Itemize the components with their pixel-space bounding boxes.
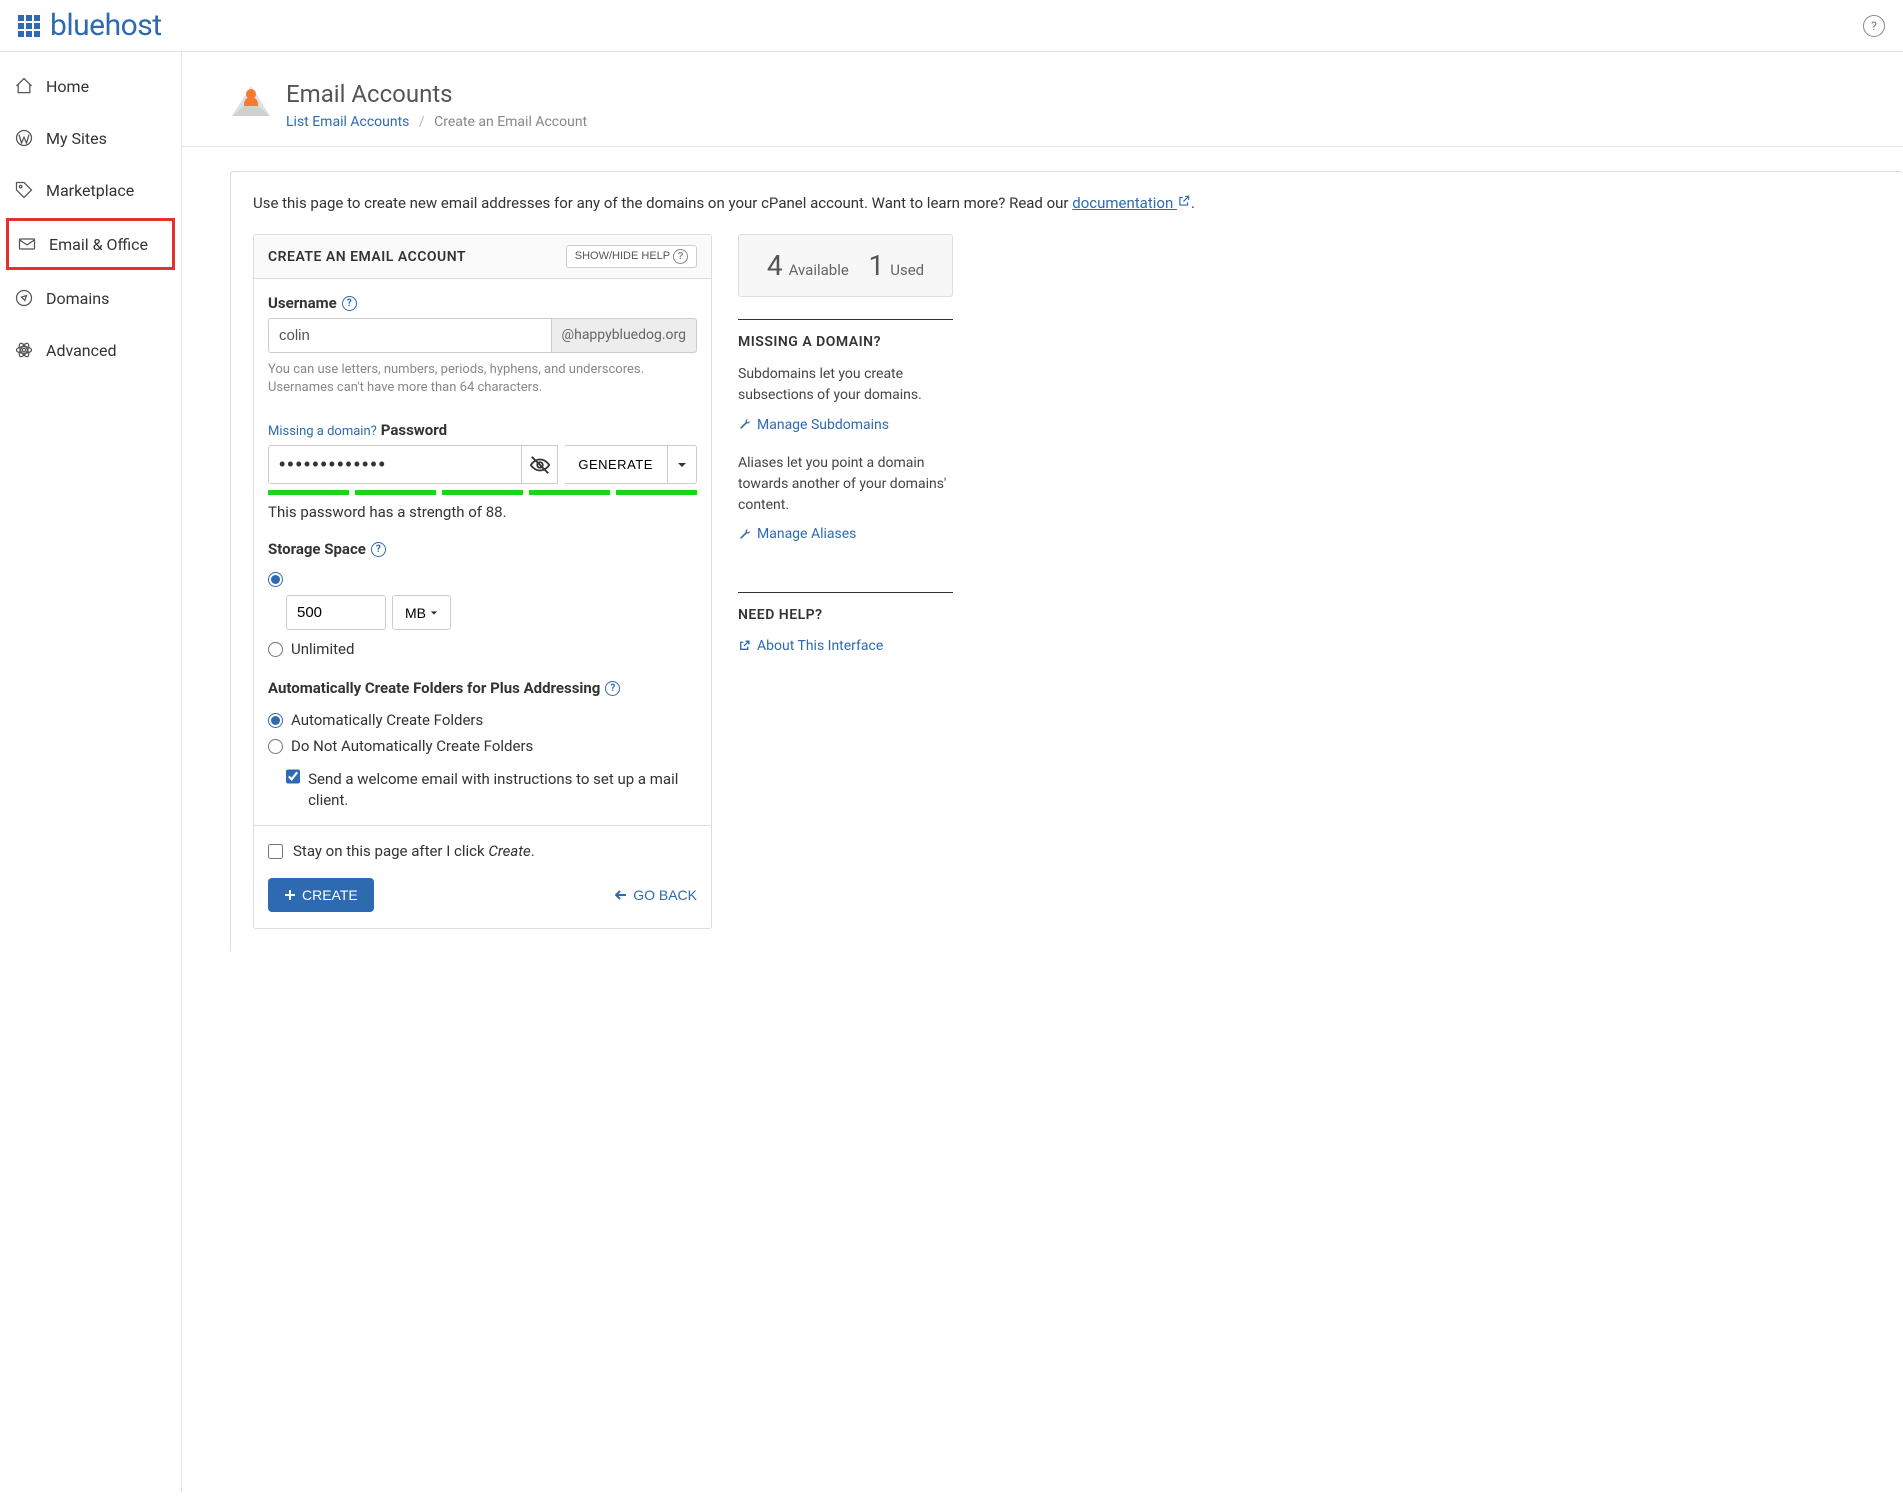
password-strength-text: This password has a strength of 88. [268,503,697,521]
available-count: 4 [767,249,783,282]
arrow-left-icon [615,889,627,901]
sidebar-item-advanced[interactable]: Advanced [0,324,181,376]
question-icon[interactable]: ? [605,681,620,696]
intro-text: Use this page to create new email addres… [231,194,1903,234]
plus-opt2-label: Do Not Automatically Create Folders [291,737,533,755]
unlimited-label: Unlimited [291,640,354,658]
tag-icon [14,180,34,200]
content-card: Use this page to create new email addres… [230,171,1903,951]
need-help-heading: NEED HELP? [738,592,953,623]
sidebar: Home My Sites Marketplace Email & Office… [0,52,182,1492]
toggle-password-visibility[interactable] [522,445,558,484]
welcome-email-label: Send a welcome email with instructions t… [308,769,697,811]
question-icon: ? [673,249,688,264]
external-link-icon [738,639,751,652]
wrench-icon [738,418,751,431]
brand-text: bluehost [50,8,162,43]
question-icon[interactable]: ? [371,542,386,557]
about-interface-link[interactable]: About This Interface [738,638,883,654]
create-account-panel: CREATE AN EMAIL ACCOUNT SHOW/HIDE HELP ?… [253,234,712,929]
email-account-icon [230,82,272,122]
password-label: Password [381,421,447,439]
breadcrumb: List Email Accounts / Create an Email Ac… [286,114,587,130]
eye-slash-icon [529,454,551,476]
storage-radio-unlimited[interactable] [268,642,283,657]
plus-radio-no-auto[interactable] [268,739,283,754]
storage-value-input[interactable] [286,595,386,630]
missing-domain-link[interactable]: Missing a domain? [268,424,377,439]
sidebar-item-marketplace[interactable]: Marketplace [0,164,181,216]
go-back-button[interactable]: GO BACK [615,887,697,903]
main: Email Accounts List Email Accounts / Cre… [182,52,1903,1492]
home-icon [14,76,34,96]
manage-aliases-link[interactable]: Manage Aliases [738,526,856,542]
storage-unit-button[interactable]: MB [392,595,451,630]
username-hint: You can use letters, numbers, periods, h… [268,361,697,397]
show-hide-help-button[interactable]: SHOW/HIDE HELP ? [566,245,697,268]
welcome-email-checkbox[interactable] [286,769,300,784]
page-title: Email Accounts [286,80,587,108]
breadcrumb-sep: / [419,114,425,130]
stats-box: 4 Available 1 Used [738,234,953,297]
sidebar-item-email-office[interactable]: Email & Office [9,221,172,267]
plus-radio-auto[interactable] [268,713,283,728]
caret-down-icon [430,609,438,617]
sidebar-item-label: Marketplace [46,181,134,200]
used-count: 1 [869,249,885,282]
missing-domain-heading: MISSING A DOMAIN? [738,319,953,350]
sidebar-item-label: My Sites [46,129,107,148]
atom-icon [14,340,34,360]
aliases-text: Aliases let you point a domain towards a… [738,453,953,516]
mail-icon [17,234,37,254]
stay-on-page-checkbox[interactable] [268,844,283,859]
compass-icon [14,288,34,308]
password-strength-bars [268,490,697,495]
username-input[interactable] [268,318,552,353]
wrench-icon [738,528,751,541]
sidebar-item-label: Domains [46,289,109,308]
sidebar-item-label: Advanced [46,341,117,360]
generate-dropdown[interactable] [668,445,697,484]
storage-label: Storage Space ? [268,540,386,558]
manage-subdomains-link[interactable]: Manage Subdomains [738,417,889,433]
grid-icon [18,15,40,37]
wordpress-icon [14,128,34,148]
stay-label: Stay on this page after I click Create. [293,842,535,860]
plus-opt1-label: Automatically Create Folders [291,711,483,729]
sidebar-item-label: Email & Office [49,235,148,254]
page-header: Email Accounts List Email Accounts / Cre… [182,52,1903,147]
plus-addressing-label: Automatically Create Folders for Plus Ad… [268,679,620,697]
question-icon[interactable]: ? [342,296,357,311]
caret-down-icon [677,460,687,470]
panel-title: CREATE AN EMAIL ACCOUNT [268,249,466,265]
storage-radio-custom[interactable] [268,572,283,587]
brand-logo[interactable]: bluehost [18,8,162,43]
side-column: 4 Available 1 Used MISSING A DOMAIN? Sub… [738,234,953,704]
sidebar-item-label: Home [46,77,89,96]
breadcrumb-current: Create an Email Account [434,114,587,130]
plus-icon [284,889,296,901]
domain-suffix: @happybluedog.org [552,318,697,353]
topbar: bluehost ? [0,0,1903,52]
password-input[interactable] [268,445,522,484]
sidebar-item-home[interactable]: Home [0,60,181,112]
available-label: Available [789,261,849,279]
help-icon[interactable]: ? [1863,15,1885,37]
generate-password-button[interactable]: GENERATE [564,445,668,484]
username-label: Username ? [268,294,357,312]
external-link-icon [1177,194,1191,208]
sidebar-item-domains[interactable]: Domains [0,272,181,324]
used-label: Used [890,261,924,279]
breadcrumb-link[interactable]: List Email Accounts [286,114,409,130]
documentation-link[interactable]: documentation [1072,194,1191,212]
create-button[interactable]: CREATE [268,878,374,912]
sidebar-item-my-sites[interactable]: My Sites [0,112,181,164]
subdomains-text: Subdomains let you create subsections of… [738,364,953,406]
